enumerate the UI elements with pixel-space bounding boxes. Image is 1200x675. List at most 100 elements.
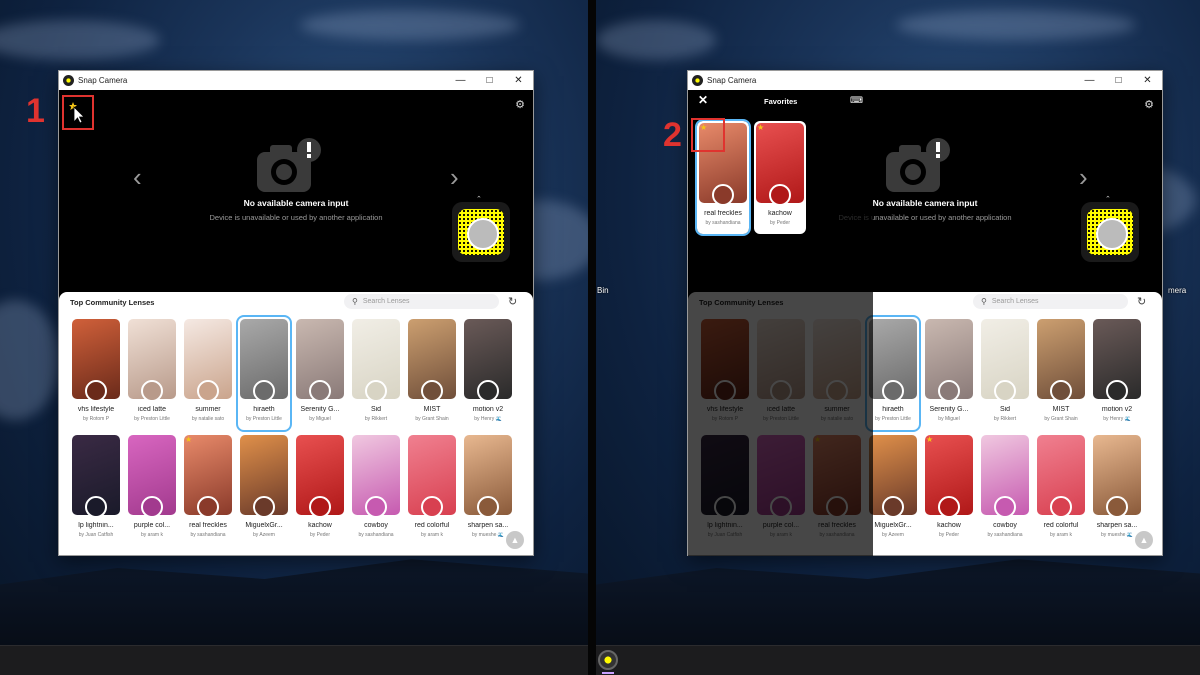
lens-card[interactable]: purple col... by aram k xyxy=(126,433,178,546)
history-icon[interactable]: ↻ xyxy=(508,295,517,308)
lens-author: by Juan Catfish xyxy=(78,532,114,538)
lens-avatar xyxy=(365,380,387,402)
prev-lens-button[interactable]: ‹ xyxy=(133,162,142,193)
scroll-up-button[interactable]: ▲ xyxy=(506,531,524,549)
lens-name: Sid xyxy=(999,406,1011,413)
lens-avatar xyxy=(197,380,219,402)
window-title: Snap Camera xyxy=(78,76,128,85)
lens-avatar xyxy=(1106,380,1128,402)
close-icon[interactable]: ✕ xyxy=(698,93,708,107)
lens-author: by Azeem xyxy=(253,532,275,538)
lens-name: MIST xyxy=(1052,406,1070,413)
star-icon[interactable]: ★ xyxy=(185,435,192,444)
cloud xyxy=(300,10,520,40)
lens-card[interactable]: lp lightnin... by Juan Catfish xyxy=(70,433,122,546)
lens-card[interactable]: cowboy by sashandiana xyxy=(979,433,1031,546)
scroll-up-button[interactable]: ▲ xyxy=(1135,531,1153,549)
lens-card[interactable]: vhs lifestyle by Rotom P xyxy=(70,317,122,430)
gear-icon[interactable]: ⚙ xyxy=(515,98,525,111)
lens-card[interactable]: motion v2 by Henry 🌊 xyxy=(1091,317,1143,430)
lens-card[interactable]: red colorful by aram k xyxy=(1035,433,1087,546)
snapcode-image xyxy=(458,209,504,255)
lens-name: kachow xyxy=(768,210,792,217)
camera-viewer: No available camera input Device is unav… xyxy=(59,90,533,300)
favorites-title: Favorites xyxy=(764,97,798,106)
minimize-button[interactable]: — xyxy=(1075,71,1104,90)
lens-author: by natalie sato xyxy=(191,416,225,422)
lens-card[interactable]: Sid by Rikkert xyxy=(350,317,402,430)
lens-card[interactable]: Serenity G... by Miguel xyxy=(294,317,346,430)
lens-avatar xyxy=(253,496,275,518)
split-divider xyxy=(588,0,596,675)
lens-author: by sashandiana xyxy=(358,532,394,538)
lens-author: by sashandiana xyxy=(705,220,741,226)
lens-avatar xyxy=(712,184,734,206)
lens-avatar xyxy=(85,380,107,402)
lens-card[interactable]: summer by natalie sato xyxy=(182,317,234,430)
lens-author: by Rikkert xyxy=(993,416,1017,422)
lens-card[interactable]: cowboy by sashandiana xyxy=(350,433,402,546)
cloud xyxy=(596,20,716,60)
lens-author: by aram k xyxy=(1050,532,1072,538)
lens-card[interactable]: iced latte by Preston Little xyxy=(126,317,178,430)
minimize-button[interactable]: — xyxy=(446,71,475,90)
lens-avatar xyxy=(477,496,499,518)
lens-card[interactable]: hiraeth by Preston Little xyxy=(865,315,921,432)
snap-camera-taskbar-icon[interactable] xyxy=(598,650,618,670)
lens-avatar xyxy=(882,380,904,402)
desktop-icon-label[interactable]: Bin xyxy=(597,286,609,295)
highlight-box-1 xyxy=(62,95,94,130)
lens-card[interactable]: ★ real freckles by sashandiana xyxy=(182,433,234,546)
lens-avatar xyxy=(85,496,107,518)
snap-camera-window-favorites: Snap Camera — □ ✕ No available camera in… xyxy=(687,70,1163,556)
title-bar: Snap Camera — □ ✕ xyxy=(688,71,1162,90)
lens-card[interactable]: MIST by Grant Shain xyxy=(1035,317,1087,430)
lens-author: by Peder xyxy=(309,532,330,538)
lens-avatar xyxy=(253,380,275,402)
lens-name: real freckles xyxy=(189,522,227,529)
lens-name: motion v2 xyxy=(472,406,504,413)
cloud xyxy=(896,10,1136,40)
lens-name: hiraeth xyxy=(253,406,275,413)
lens-name: cowboy xyxy=(993,522,1017,529)
lens-card[interactable]: motion v2 by Henry 🌊 xyxy=(462,317,514,430)
star-icon[interactable]: ★ xyxy=(757,123,764,132)
lens-card[interactable]: ★ kachow by Peder xyxy=(754,121,806,234)
lens-card[interactable]: sharpen sa... by mueshe 🌊 xyxy=(462,433,514,546)
lens-author: by Preston Little xyxy=(246,416,282,422)
maximize-button[interactable]: □ xyxy=(475,71,504,90)
lens-author: by Grant Shain xyxy=(415,416,449,422)
lens-author: by Peder xyxy=(769,220,790,226)
lens-avatar xyxy=(938,496,960,518)
close-button[interactable]: ✕ xyxy=(1133,71,1162,90)
active-indicator xyxy=(602,672,614,674)
close-button[interactable]: ✕ xyxy=(504,71,533,90)
next-lens-button[interactable]: › xyxy=(450,162,459,193)
lens-name: Serenity G... xyxy=(929,406,969,413)
desktop-icon-label[interactable]: mera xyxy=(1168,286,1186,295)
taskbar-left xyxy=(0,645,588,675)
lens-card[interactable]: MiguelxGr... by Azeem xyxy=(238,433,290,546)
lens-name: lp lightnin... xyxy=(78,522,114,529)
lens-card[interactable]: kachow by Peder xyxy=(294,433,346,546)
keyboard-icon[interactable]: ⌨ xyxy=(850,95,863,106)
lens-card[interactable]: MIST by Grant Shain xyxy=(406,317,458,430)
lens-card[interactable]: MiguelxGr... by Azeem xyxy=(867,433,919,546)
search-icon: ⚲ xyxy=(352,297,358,306)
lens-card[interactable]: Sid by Rikkert xyxy=(979,317,1031,430)
step-marker-1: 1 xyxy=(26,92,45,130)
maximize-button[interactable]: □ xyxy=(1104,71,1133,90)
lens-avatar xyxy=(1050,380,1072,402)
star-icon[interactable]: ★ xyxy=(926,435,933,444)
lens-card[interactable]: ★ kachow by Peder xyxy=(923,433,975,546)
lens-card[interactable]: red colorful by aram k xyxy=(406,433,458,546)
lens-author: by Preston Little xyxy=(134,416,170,422)
lens-card[interactable]: hiraeth by Preston Little xyxy=(236,315,292,432)
lens-author: by Rikkert xyxy=(364,416,388,422)
search-input[interactable]: ⚲ Search Lenses xyxy=(344,294,499,309)
snapcode[interactable]: ⌃ xyxy=(452,196,510,262)
snap-camera-logo-icon xyxy=(63,75,74,86)
lens-card[interactable]: Serenity G... by Miguel xyxy=(923,317,975,430)
lens-card[interactable]: sharpen sa... by mueshe 🌊 xyxy=(1091,433,1143,546)
lens-avatar xyxy=(421,380,443,402)
